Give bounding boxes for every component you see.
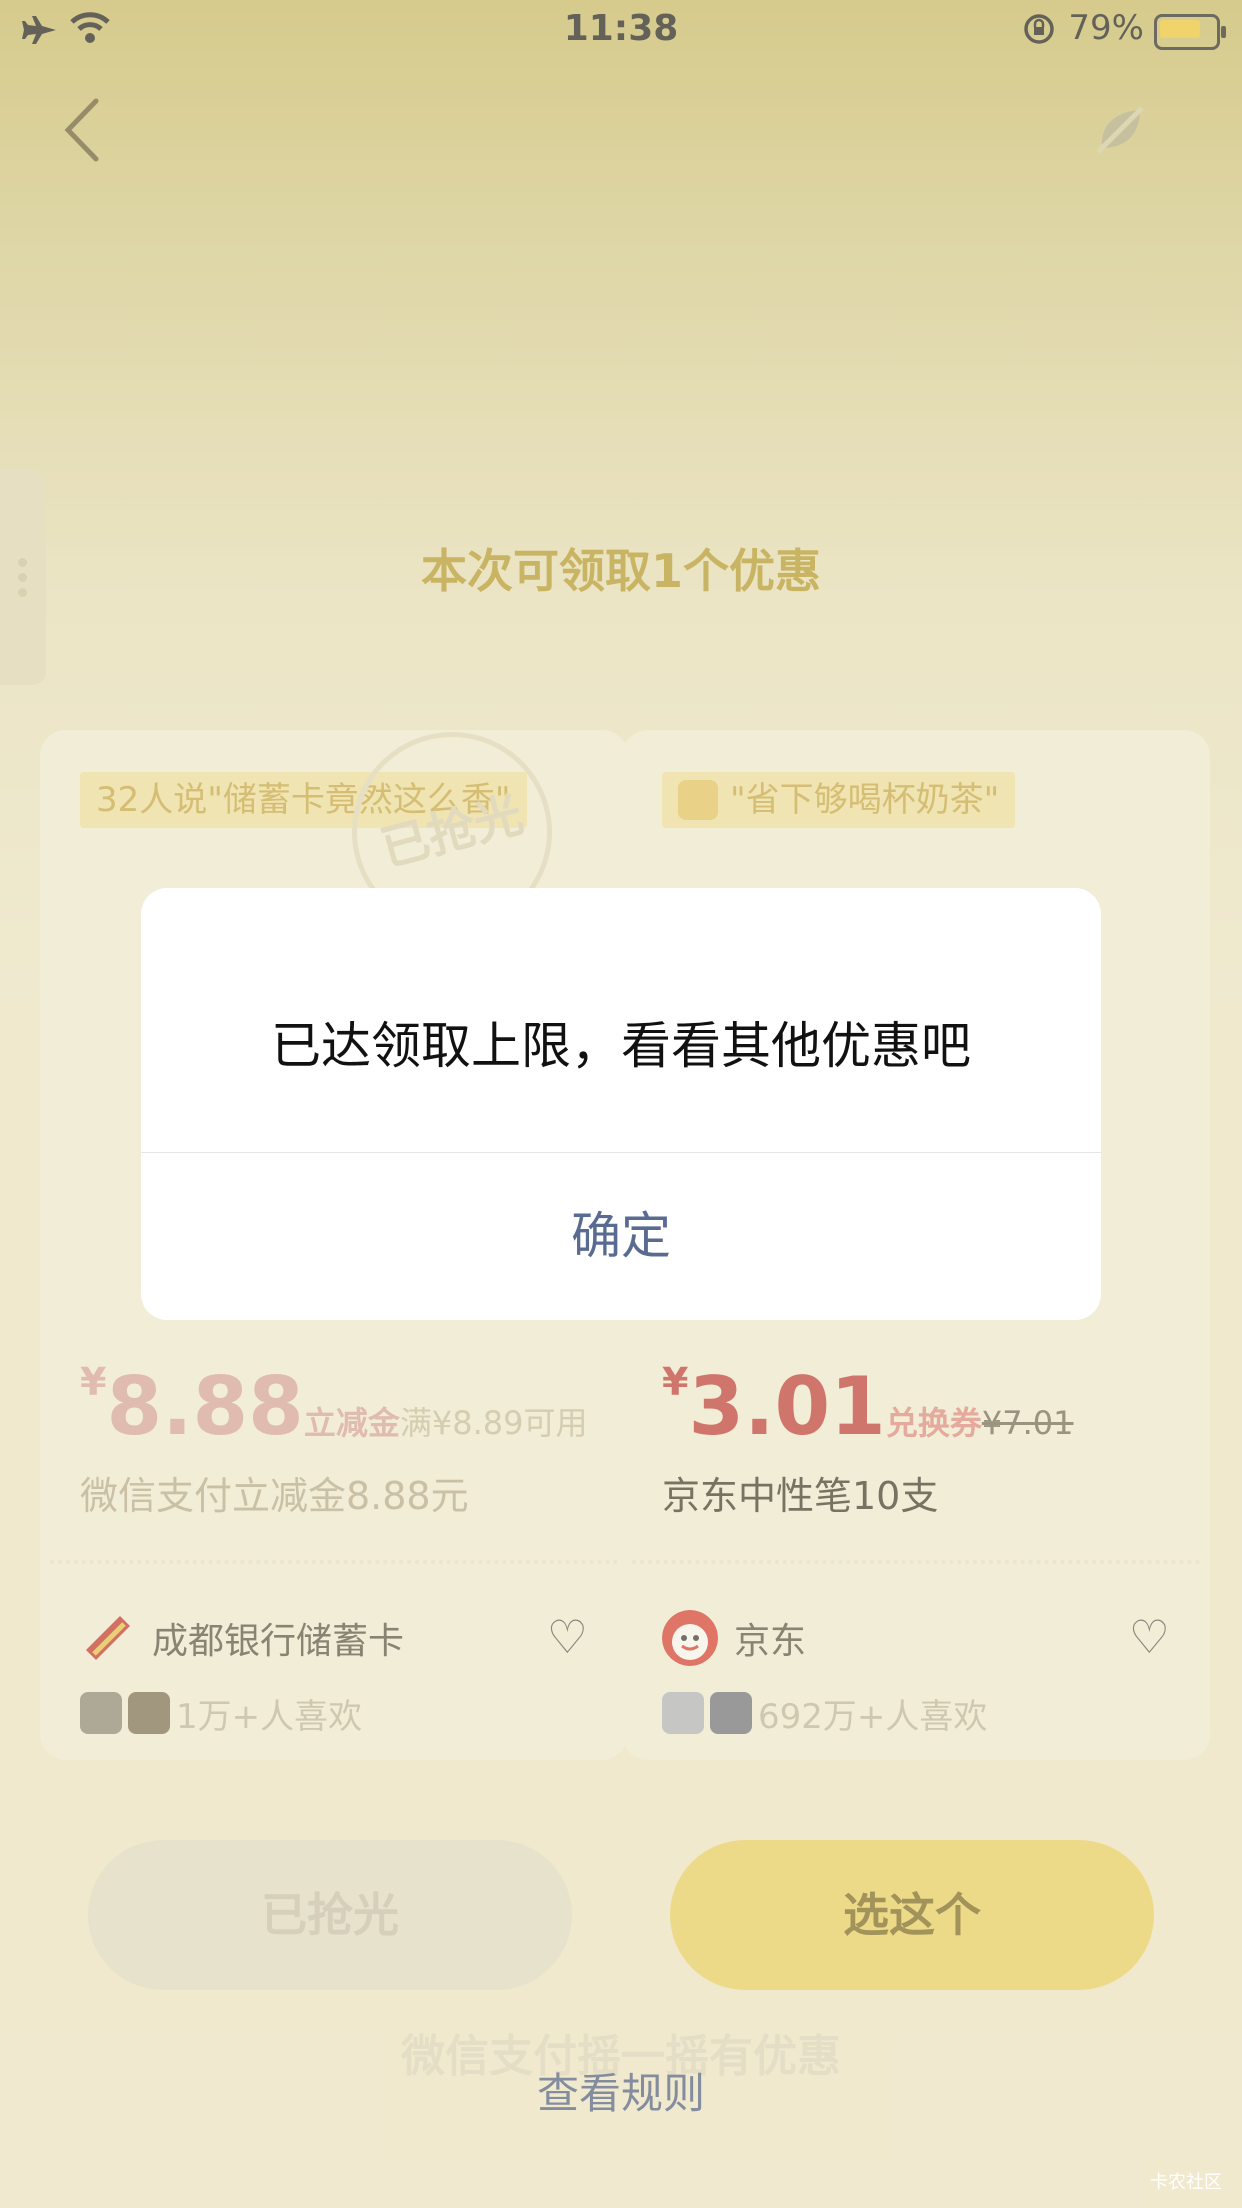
watermark: 卡农社区: [1150, 2172, 1222, 2193]
confirm-button[interactable]: 确定: [141, 1152, 1101, 1320]
limit-reached-dialog: 已达领取上限，看看其他优惠吧 确定: [141, 888, 1101, 1320]
dialog-message: 已达领取上限，看看其他优惠吧: [271, 1017, 971, 1075]
